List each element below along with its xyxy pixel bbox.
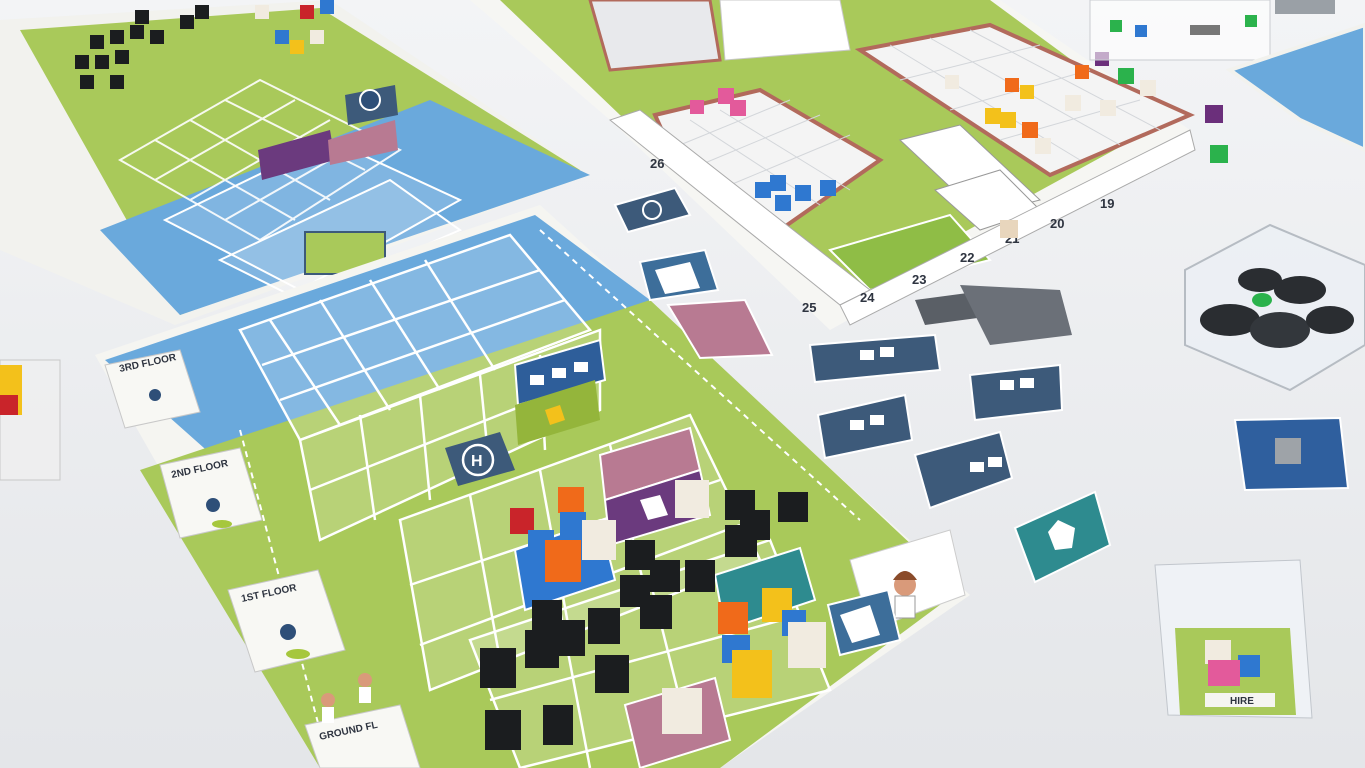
track-number-24: 24	[860, 290, 875, 305]
hire-label: HIRE	[1230, 696, 1254, 707]
board-game-photo: 26 25 24 23 22 21 20 19 3RD FLOOR 2ND FL…	[0, 0, 1365, 768]
left-cube-container	[0, 359, 61, 481]
track-number-20: 20	[1050, 216, 1064, 231]
track-number-22: 22	[960, 250, 974, 265]
track-number-25: 25	[802, 300, 816, 315]
track-number-23: 23	[912, 272, 926, 287]
track-number-26: 26	[650, 156, 664, 171]
track-number-19: 19	[1100, 196, 1114, 211]
hire-card: HIRE	[1154, 559, 1313, 719]
helipad-letter: H	[471, 453, 483, 470]
